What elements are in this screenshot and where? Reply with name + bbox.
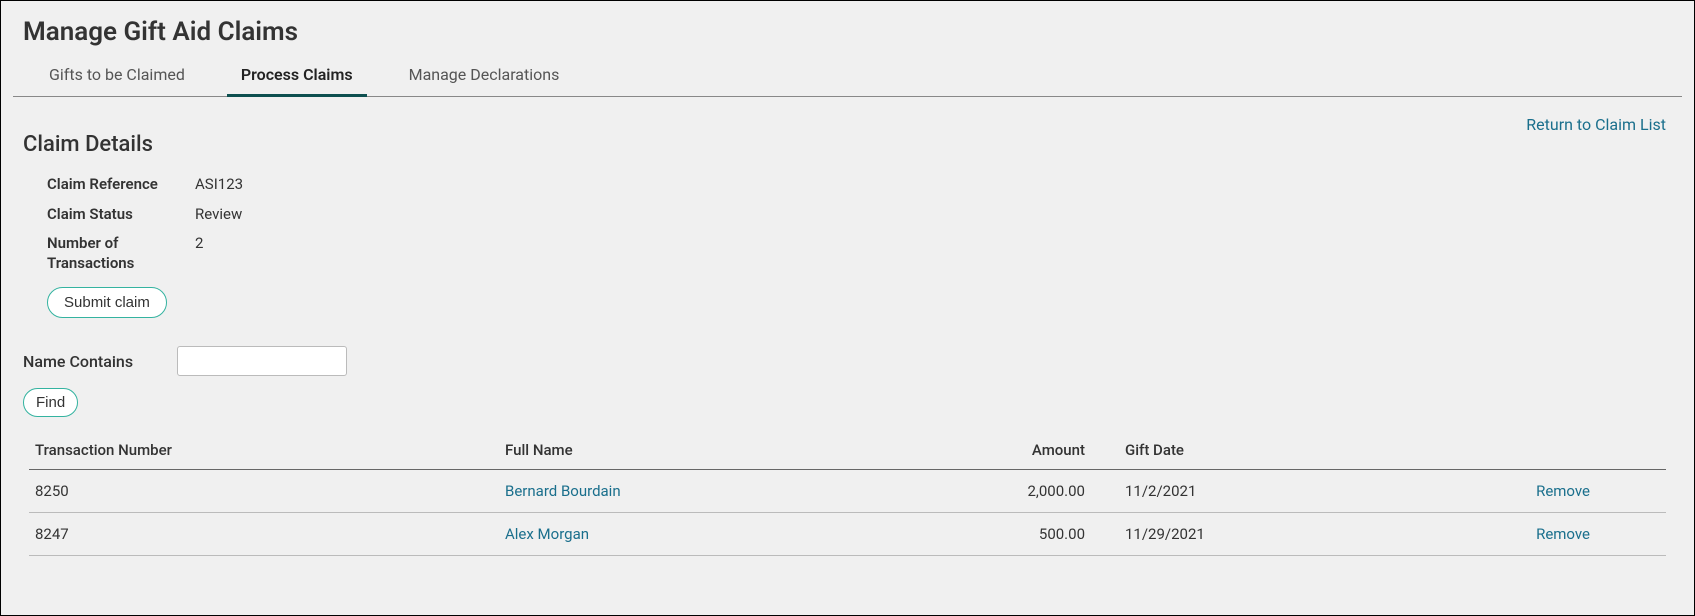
claim-status-label: Claim Status — [47, 205, 195, 225]
name-contains-input[interactable] — [177, 346, 347, 376]
col-gift-date: Gift Date — [1125, 441, 1455, 459]
remove-link[interactable]: Remove — [1455, 525, 1660, 543]
col-full-name: Full Name — [505, 441, 875, 459]
claim-reference-value: ASI123 — [195, 175, 243, 195]
tab-gifts-to-be-claimed[interactable]: Gifts to be Claimed — [35, 57, 199, 97]
col-amount: Amount — [875, 441, 1125, 459]
submit-claim-button[interactable]: Submit claim — [47, 287, 167, 318]
tab-process-claims[interactable]: Process Claims — [227, 57, 367, 97]
cell-gift-date: 11/2/2021 — [1125, 482, 1455, 500]
table-row: 8247 Alex Morgan 500.00 11/29/2021 Remov… — [29, 513, 1666, 556]
tab-manage-declarations[interactable]: Manage Declarations — [395, 57, 574, 97]
table-header: Transaction Number Full Name Amount Gift… — [29, 431, 1666, 470]
col-transaction-number: Transaction Number — [35, 441, 505, 459]
claim-reference-label: Claim Reference — [47, 175, 195, 195]
tabs: Gifts to be Claimed Process Claims Manag… — [13, 57, 1682, 97]
table-row: 8250 Bernard Bourdain 2,000.00 11/2/2021… — [29, 470, 1666, 513]
num-transactions-label: Number of Transactions — [47, 234, 195, 273]
cell-amount: 500.00 — [875, 525, 1125, 543]
cell-full-name-link[interactable]: Alex Morgan — [505, 525, 875, 543]
claim-details: Claim Reference ASI123 Claim Status Revi… — [1, 175, 1694, 328]
section-title: Claim Details — [1, 132, 1694, 175]
claim-status-value: Review — [195, 205, 242, 225]
cell-txn: 8247 — [35, 525, 505, 543]
remove-link[interactable]: Remove — [1455, 482, 1660, 500]
find-button[interactable]: Find — [23, 388, 78, 417]
name-contains-label: Name Contains — [23, 352, 133, 371]
num-transactions-value: 2 — [195, 234, 203, 273]
transactions-table: Transaction Number Full Name Amount Gift… — [29, 431, 1666, 556]
cell-full-name-link[interactable]: Bernard Bourdain — [505, 482, 875, 500]
return-to-claim-list-link[interactable]: Return to Claim List — [1526, 115, 1666, 134]
cell-amount: 2,000.00 — [875, 482, 1125, 500]
cell-gift-date: 11/29/2021 — [1125, 525, 1455, 543]
cell-txn: 8250 — [35, 482, 505, 500]
page-title: Manage Gift Aid Claims — [1, 1, 1694, 57]
